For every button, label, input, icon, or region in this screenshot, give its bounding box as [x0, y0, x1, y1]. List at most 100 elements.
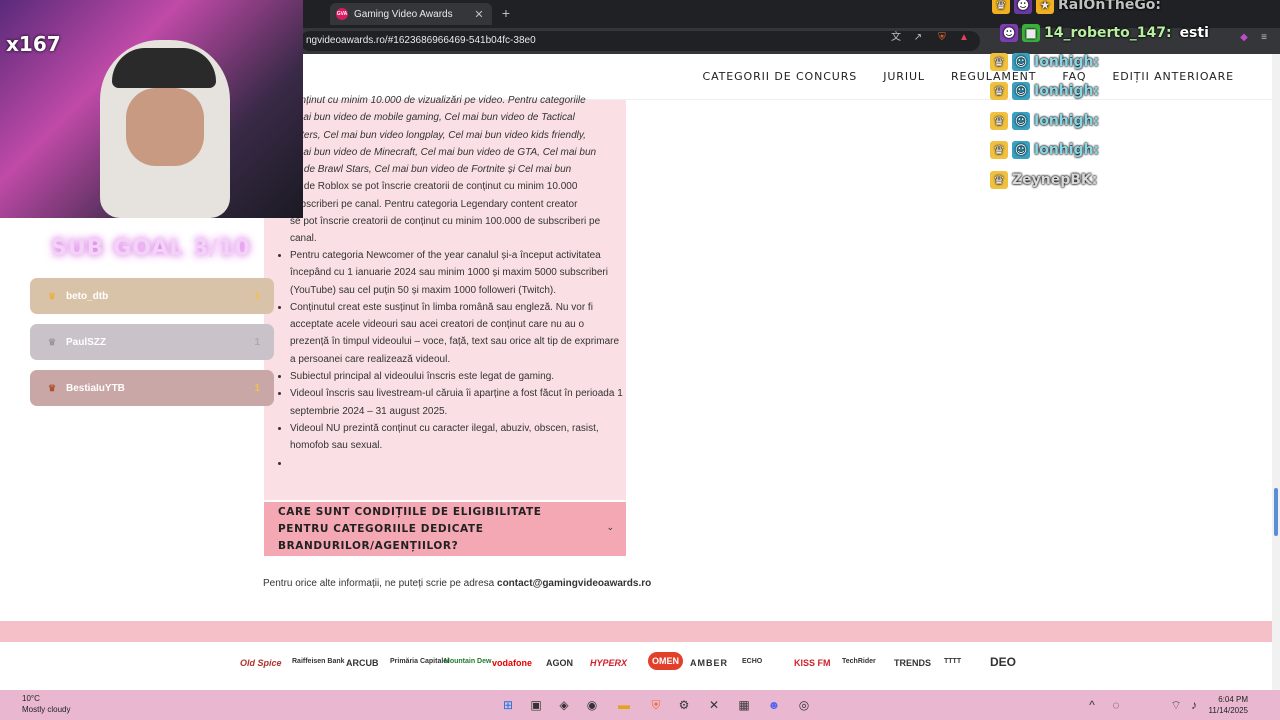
chat-username: Ionhigh:: [1034, 142, 1100, 158]
brave-icon[interactable]: ⛨: [648, 697, 664, 713]
crown-badge-icon: ♛: [990, 53, 1008, 71]
contact-email-link[interactable]: contact@gamingvideoawards.ro: [497, 578, 651, 589]
chat-username: RaIOnTheGo:: [1058, 0, 1162, 13]
wifi-icon[interactable]: ⌔: [1168, 697, 1184, 713]
chat-message: ♛ ZeynepBK:: [990, 171, 1097, 189]
start-menu-icon[interactable]: ⊞: [500, 697, 516, 713]
rule-item: Conținutul creat este susținut în limba …: [290, 299, 624, 368]
streamer-face: [126, 88, 204, 166]
steam-icon[interactable]: ⚙: [676, 697, 692, 713]
sub-row: ♛ PaulSZZ 1: [30, 324, 274, 360]
streamer-webcam: x167: [0, 0, 303, 218]
windows-taskbar: 10°C Mostly cloudy ⊞ ▣ ◈ ◉ ▬ ⛨ ⚙ ✕ ▦ ☻ ◎…: [0, 690, 1280, 720]
sub-count: 1: [254, 382, 260, 394]
chat-username: 14_roberto_147:: [1044, 25, 1172, 41]
new-tab-button[interactable]: +: [498, 5, 514, 21]
chevron-up-icon[interactable]: ^: [1084, 697, 1100, 713]
network-icon[interactable]: ◌: [1108, 697, 1124, 713]
sub-row: ♛ beto_dtb 1: [30, 278, 274, 314]
footer-band: [0, 621, 1272, 642]
sponsor-logo[interactable]: TTTT: [944, 658, 961, 665]
chat-username: Ionhigh:: [1034, 113, 1100, 129]
sponsor-logo[interactable]: Mountain Dew: [444, 658, 491, 665]
weather-temp: 10°C: [22, 694, 40, 703]
share-icon[interactable]: ↗: [912, 32, 924, 44]
sponsor-logo[interactable]: Old Spice: [240, 658, 282, 668]
translate-icon[interactable]: 文: [890, 32, 902, 44]
sponsor-logo[interactable]: AGON: [546, 658, 573, 668]
rules-line: canal.: [290, 233, 317, 245]
file-explorer-icon[interactable]: ▬: [616, 697, 632, 713]
sponsor-logo[interactable]: KISS FM: [794, 658, 831, 668]
rule-item: [290, 455, 624, 472]
stream-chat-overlay: ♛ ☻ ★ RaIOnTheGo: ☻ ■ 14_roberto_147: es…: [990, 0, 1280, 200]
sub-count: 1: [254, 336, 260, 348]
close-tab-icon[interactable]: ✕: [472, 8, 486, 21]
rules-line: l mai bun video de mobile gaming, Cel ma…: [290, 112, 575, 124]
sponsor-logo[interactable]: AMBER: [690, 658, 728, 668]
browser-tab[interactable]: GVA Gaming Video Awards ✕: [330, 3, 492, 25]
sponsor-logo[interactable]: ARCUB: [346, 658, 379, 668]
chevron-down-icon: ⌄: [606, 522, 614, 532]
sponsor-logo[interactable]: Primăria Capitalei: [390, 658, 449, 665]
scrollbar-thumb[interactable]: [1274, 488, 1278, 536]
chat-text: esti: [1179, 25, 1209, 41]
rewards-icon[interactable]: ▲: [958, 32, 970, 44]
discord-icon[interactable]: ☻: [766, 697, 782, 713]
crown-badge-icon: ♛: [990, 141, 1008, 159]
weather-widget[interactable]: 10°C Mostly cloudy: [22, 693, 70, 715]
sponsor-logo[interactable]: DEO: [990, 655, 1016, 669]
taskview-icon[interactable]: ▣: [528, 697, 544, 713]
chat-message: ♛ ☺ Ionhigh:: [990, 82, 1099, 100]
badge-icon: ★: [1036, 0, 1054, 14]
sub-name: PaulSZZ: [66, 336, 107, 348]
sponsor-logo[interactable]: ECHO: [742, 658, 762, 665]
chat-message: ♛ ☺ Ionhigh:: [990, 53, 1099, 71]
emote-icon: ☺: [1012, 82, 1030, 100]
rule-item: Videoul înscris sau livestream-ul căruia…: [290, 385, 624, 420]
crown-badge-icon: ♛: [992, 0, 1010, 14]
stream-counter: x167: [6, 32, 61, 56]
rules-line: ooters, Cel mai bun video longplay, Cel …: [290, 129, 586, 141]
sub-name: beto_dtb: [66, 290, 109, 302]
brave-shield-icon[interactable]: ⛨: [936, 32, 948, 44]
sponsor-logo[interactable]: Raiffeisen Bank: [292, 658, 345, 665]
app-icon[interactable]: ◈: [556, 697, 572, 713]
chat-message: ♛ ☺ Ionhigh:: [990, 141, 1099, 159]
chat-message: ☻ ■ 14_roberto_147: esti: [1000, 24, 1209, 42]
sub-name: BestiaIuYTB: [66, 382, 125, 394]
emote-icon: ☻: [1014, 0, 1032, 14]
sponsor-logo[interactable]: vodafone: [492, 658, 532, 668]
app-icon[interactable]: ◎: [796, 697, 812, 713]
rules-line: l mai bun video de Minecraft, Cel mai bu…: [290, 146, 597, 158]
app-icon[interactable]: ◉: [584, 697, 600, 713]
rule-item: Subiectul principal al videoului înscris…: [290, 368, 624, 385]
url-text: ngvideoawards.ro/#1623686966469-541b04fc…: [306, 35, 536, 46]
rules-line: se pot înscrie creatorii de conținut cu …: [290, 216, 601, 228]
faq-question-accordion[interactable]: CARE SUNT CONDIȚIILE DE ELIGIBILITATE PE…: [264, 502, 626, 556]
app-icon[interactable]: ▦: [736, 697, 752, 713]
sponsor-logo[interactable]: HYPERX: [590, 658, 627, 668]
sponsor-strip: Old Spice Raiffeisen Bank ARCUB Primăria…: [0, 642, 1272, 690]
address-bar[interactable]: ngvideoawards.ro/#1623686966469-541b04fc…: [300, 31, 980, 51]
emote-icon: ☻: [1000, 24, 1018, 42]
sponsor-logo[interactable]: TRENDS: [894, 658, 931, 668]
rule-item: Pentru categoria Newcomer of the year ca…: [290, 247, 624, 299]
sponsor-logo[interactable]: TechRider: [842, 658, 876, 665]
rules-list: Pentru categoria Newcomer of the year ca…: [290, 247, 624, 472]
sponsor-logo[interactable]: OMEN: [648, 652, 683, 670]
nav-categorii[interactable]: CATEGORII DE CONCURS: [703, 70, 858, 83]
volume-icon[interactable]: ♪: [1186, 697, 1202, 713]
rules-line: subscriberi pe canal. Pentru categoria L…: [290, 198, 578, 210]
chat-username: Ionhigh:: [1034, 83, 1100, 99]
crown-icon: ♛: [48, 290, 57, 301]
emote-icon: ☺: [1012, 53, 1030, 71]
app-icon[interactable]: ✕: [706, 697, 722, 713]
medal-icon: ♛: [48, 336, 57, 347]
streamer-beanie: [112, 48, 216, 88]
crown-badge-icon: ♛: [990, 82, 1008, 100]
nav-juriul[interactable]: JURIUL: [883, 70, 925, 83]
chat-username: ZeynepBK:: [1012, 172, 1098, 188]
sub-count: 1: [254, 290, 260, 302]
taskbar-clock[interactable]: 6:04 PM 11/14/2025: [1209, 694, 1248, 716]
